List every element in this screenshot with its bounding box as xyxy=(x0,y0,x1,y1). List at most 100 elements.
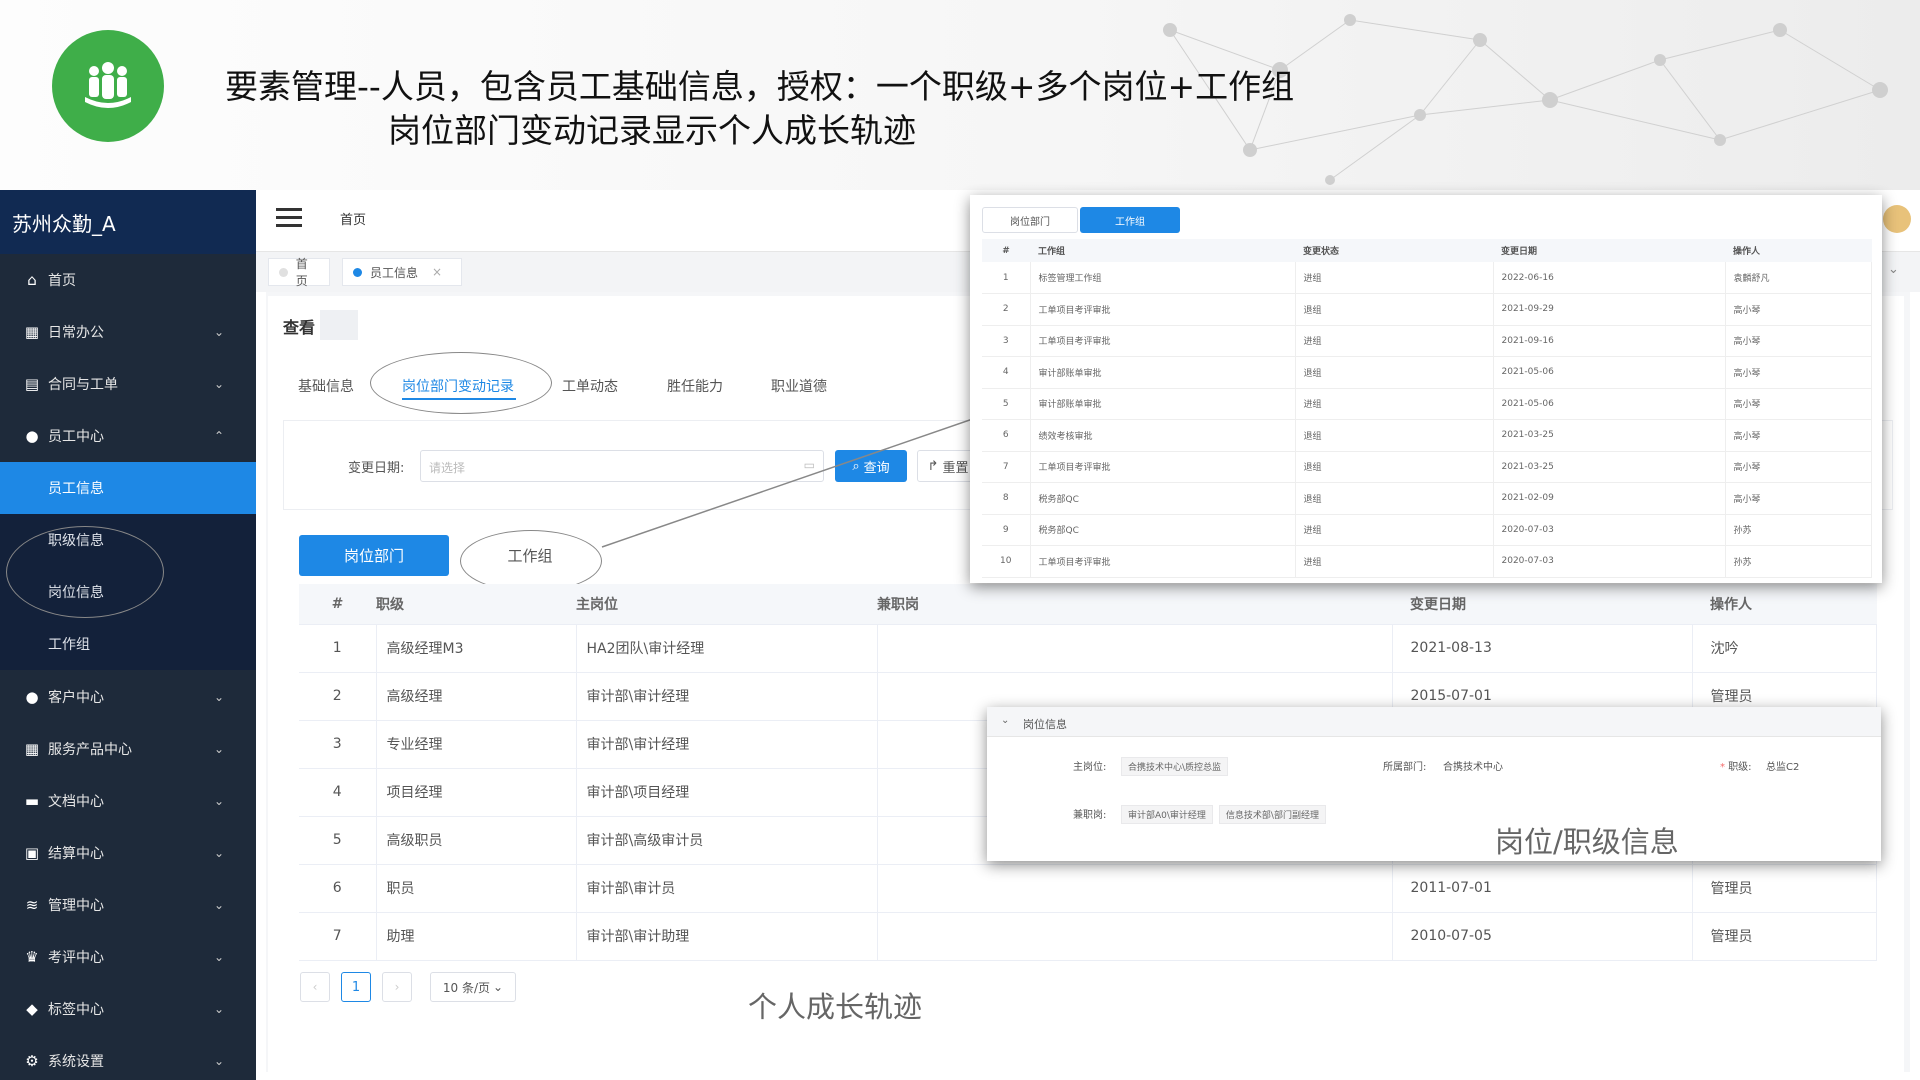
table-cell: 审计部\审计员 xyxy=(576,864,878,913)
menu-toggle-icon[interactable] xyxy=(276,208,302,228)
table-cell xyxy=(877,864,1393,913)
table-cell: 助理 xyxy=(376,912,577,961)
table-cell: 退组 xyxy=(1295,451,1494,483)
table-cell: 税务部QC xyxy=(1030,514,1296,546)
office-icon: ▦ xyxy=(24,323,40,341)
highlight-ellipse-subtab xyxy=(460,530,602,592)
table-cell: 2020-07-03 xyxy=(1493,545,1726,578)
sidebar-item-documents[interactable]: ▬ 文档中心 ⌄ xyxy=(0,775,256,827)
prev-page-button[interactable]: ‹ xyxy=(300,972,330,1002)
close-icon[interactable]: × xyxy=(432,265,442,279)
col-operator: 操作人 xyxy=(1692,584,1877,625)
tab-basic-info[interactable]: 基础信息 xyxy=(298,376,354,396)
table-cell: 专业经理 xyxy=(376,720,577,769)
table-cell: 管理员 xyxy=(1692,912,1877,961)
table-cell: 2021-03-25 xyxy=(1493,451,1726,483)
chevron-down-icon[interactable]: ⌄ xyxy=(1888,262,1899,277)
gear-icon: ⚙ xyxy=(25,1052,39,1070)
table-cell: 9 xyxy=(982,514,1031,546)
sidebar-item-tags[interactable]: ◆ 标签中心 ⌄ xyxy=(0,983,256,1035)
table-row: 7 助理 审计部\审计助理 2010-07-05 管理员 xyxy=(299,912,1877,961)
table-cell: 审计部\高级审计员 xyxy=(576,816,878,865)
slide-title-line1: 要素管理--人员，包含员工基础信息，授权：一个职级+多个岗位+工作组 xyxy=(225,67,1295,106)
chevron-down-icon: ⌄ xyxy=(213,325,224,339)
table-cell: 2021-09-29 xyxy=(1493,293,1726,326)
grid-icon: ▦ xyxy=(24,740,40,758)
avatar[interactable] xyxy=(1883,205,1911,233)
table-cell xyxy=(877,912,1393,961)
table-cell: 8 xyxy=(982,482,1031,515)
table-cell: 审计部账单审批 xyxy=(1030,356,1296,389)
table-cell: 7 xyxy=(299,912,377,961)
table-row: 8 税务部QC 退组 2021-02-09 高小琴 xyxy=(982,482,1872,515)
rank-label: 职级: xyxy=(1728,762,1752,773)
breadcrumb[interactable]: 首页 xyxy=(340,209,366,228)
table-cell: 3 xyxy=(982,325,1031,357)
table-cell: 高小琴 xyxy=(1725,419,1872,452)
part-time-label: 兼职岗: xyxy=(1073,810,1107,821)
sidebar-item-settings[interactable]: ⚙ 系统设置 ⌄ xyxy=(0,1035,256,1080)
table-cell: HA2团队\审计经理 xyxy=(576,624,878,673)
sidebar-item-office[interactable]: ▦ 日常办公 ⌄ xyxy=(0,306,256,358)
panel-tab-workgroup[interactable]: 工作组 xyxy=(1080,207,1180,233)
tag-icon: ◆ xyxy=(26,1000,38,1018)
table-cell: 5 xyxy=(982,388,1031,420)
user-icon: ● xyxy=(25,427,39,445)
chevron-left-icon: ‹ xyxy=(312,980,318,994)
table-cell: 2 xyxy=(982,293,1031,326)
panel-header: 岗位信息 xyxy=(1023,718,1067,731)
sidebar-item-management[interactable]: ≋ 管理中心 ⌄ xyxy=(0,879,256,931)
col-operator: 操作人 xyxy=(1725,239,1872,262)
sidebar-sub-workgroup[interactable]: 工作组 xyxy=(0,618,256,670)
chevron-down-icon: ⌄ xyxy=(213,794,224,808)
sidebar-item-home[interactable]: ⌂ 首页 xyxy=(0,254,256,306)
tag-employee-info[interactable]: 员工信息 × xyxy=(342,258,462,286)
filter-date-label: 变更日期: xyxy=(348,461,405,476)
table-cell: 高级经理 xyxy=(376,672,577,721)
col-main-post: 主岗位 xyxy=(576,584,877,625)
sidebar-item-evaluation[interactable]: ♛ 考评中心 ⌄ xyxy=(0,931,256,983)
panel-tab-position-dept[interactable]: 岗位部门 xyxy=(982,207,1078,233)
table-cell: 退组 xyxy=(1295,482,1494,515)
table-cell: 进组 xyxy=(1295,514,1494,546)
col-change-date: 变更日期 xyxy=(1392,584,1692,625)
table-cell: 管理员 xyxy=(1692,864,1877,913)
table-row: 1 高级经理M3 HA2团队\审计经理 2021-08-13 沈吟 xyxy=(299,624,1877,673)
table-cell: 进组 xyxy=(1295,545,1494,578)
tag-home[interactable]: 首页 xyxy=(268,257,330,288)
page-size-select[interactable]: 10 条/页 ⌄ xyxy=(430,972,516,1002)
col-change-date: 变更日期 xyxy=(1493,239,1725,262)
part-time-chip: 审计部A0\审计经理 xyxy=(1121,805,1213,824)
chevron-down-icon[interactable]: ⌄ xyxy=(1001,715,1009,726)
table-header-row: # 职级 主岗位 兼职岗 变更日期 操作人 xyxy=(299,584,1877,625)
highlight-ellipse-sidebar xyxy=(6,526,164,618)
tab-work-orders[interactable]: 工单动态 xyxy=(562,376,618,396)
tab-competency[interactable]: 胜任能力 xyxy=(667,376,723,396)
main-post-chip: 合携技术中心\质控总监 xyxy=(1121,757,1229,776)
tab-ethics[interactable]: 职业道德 xyxy=(771,376,827,396)
sidebar-item-employee-center[interactable]: ● 员工中心 ⌃ xyxy=(0,410,256,462)
subtab-position-dept[interactable]: 岗位部门 xyxy=(299,535,449,576)
table-row: 9 税务部QC 进组 2020-07-03 孙苏 xyxy=(982,514,1872,546)
sidebar-item-settlement[interactable]: ▣ 结算中心 ⌄ xyxy=(0,827,256,879)
table-row: 6 绩效考核审批 退组 2021-03-25 高小琴 xyxy=(982,419,1872,452)
table-cell: 工单项目考评审批 xyxy=(1030,293,1296,326)
sidebar-item-products[interactable]: ▦ 服务产品中心 ⌄ xyxy=(0,723,256,775)
table-cell: 税务部QC xyxy=(1030,482,1296,515)
table-cell: 4 xyxy=(299,768,377,817)
workgroup-history-panel: 岗位部门 工作组 # 工作组 变更状态 变更日期 操作人 1 标签管理工作组 进组 2… xyxy=(970,195,1882,583)
chevron-right-icon: › xyxy=(394,980,400,994)
required-mark: * xyxy=(1720,762,1729,773)
folder-icon: ▬ xyxy=(24,792,40,810)
sidebar-item-contract[interactable]: ▤ 合同与工单 ⌄ xyxy=(0,358,256,410)
next-page-button[interactable]: › xyxy=(382,972,412,1002)
table-header-row: # 工作组 变更状态 变更日期 操作人 xyxy=(982,239,1872,262)
chevron-up-icon: ⌃ xyxy=(213,429,224,443)
col-part-time: 兼职岗 xyxy=(877,584,1392,625)
rank-value: 总监C2 xyxy=(1766,762,1800,773)
sidebar-item-customers[interactable]: ● 客户中心 ⌄ xyxy=(0,671,256,723)
page-1-button[interactable]: 1 xyxy=(341,972,371,1002)
sidebar-sub-employee-info[interactable]: 员工信息 xyxy=(0,462,256,514)
table-cell: 进组 xyxy=(1295,388,1494,420)
callout-growth-track: 个人成长轨迹 xyxy=(748,990,923,1024)
